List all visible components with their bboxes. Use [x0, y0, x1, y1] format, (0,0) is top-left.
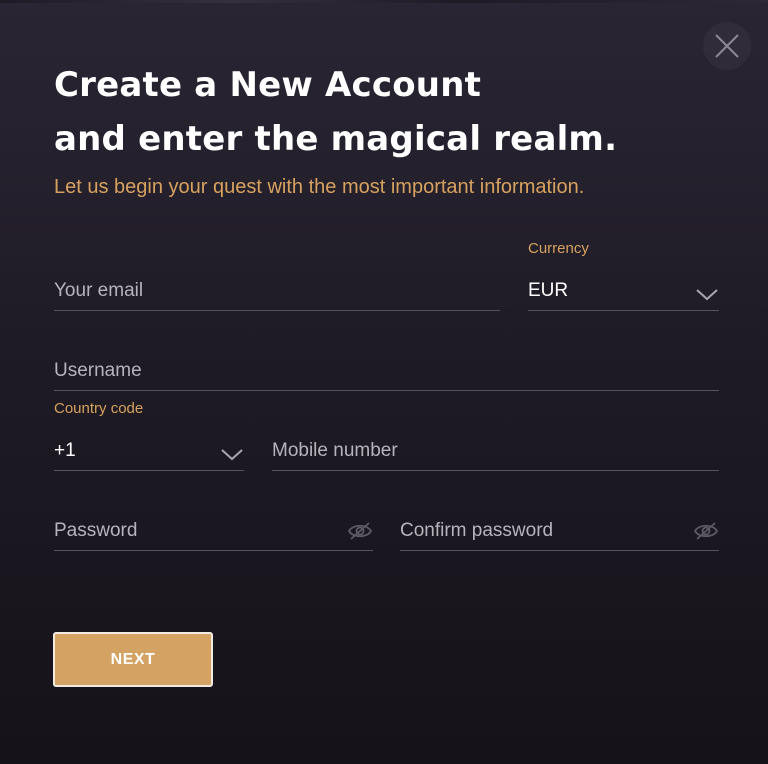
- email-placeholder: Your email: [54, 280, 144, 301]
- chevron-down-icon: [221, 449, 243, 461]
- currency-label: Currency: [528, 240, 589, 257]
- country-code-label: Country code: [54, 400, 144, 417]
- confirm-password-field[interactable]: Confirm password: [400, 510, 719, 551]
- eye-off-icon[interactable]: [693, 521, 719, 541]
- page-title: Create a New Account and enter the magic…: [54, 58, 694, 166]
- country-code-select[interactable]: Country code +1: [54, 400, 244, 471]
- next-button[interactable]: NEXT: [53, 632, 213, 687]
- signup-modal: Create a New Account and enter the magic…: [0, 0, 768, 764]
- mobile-number-placeholder: Mobile number: [272, 440, 398, 461]
- currency-value: EUR: [528, 280, 569, 301]
- close-icon: [715, 34, 739, 58]
- mobile-number-field[interactable]: Mobile number: [272, 430, 719, 471]
- confirm-password-placeholder: Confirm password: [400, 520, 554, 541]
- chevron-down-icon: [696, 289, 718, 301]
- country-code-value: +1: [54, 440, 76, 461]
- close-button[interactable]: [703, 22, 751, 70]
- eye-off-icon[interactable]: [347, 521, 373, 541]
- title-line-1: Create a New Account: [54, 65, 482, 105]
- email-field[interactable]: Your email: [54, 270, 500, 311]
- password-placeholder: Password: [54, 520, 138, 541]
- username-placeholder: Username: [54, 360, 142, 381]
- username-field[interactable]: Username: [54, 350, 719, 391]
- password-field[interactable]: Password: [54, 510, 373, 551]
- subtitle: Let us begin your quest with the most im…: [54, 176, 585, 198]
- currency-select[interactable]: Currency EUR: [528, 240, 719, 311]
- title-line-2: and enter the magical realm.: [54, 119, 618, 159]
